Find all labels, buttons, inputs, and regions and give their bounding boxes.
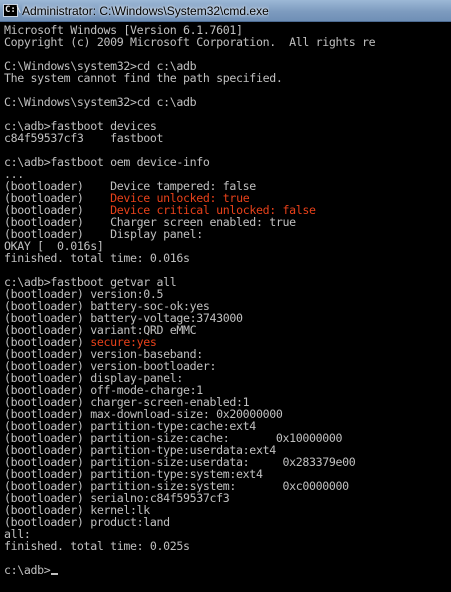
- console-line: (bootloader) partition-size:system: 0xc0…: [4, 479, 451, 493]
- console-line: c:\adb>: [4, 563, 451, 577]
- console-line-text: Copyright (c) 2009 Microsoft Corporation…: [4, 35, 376, 49]
- console-line: finished. total time: 0.025s: [4, 539, 451, 553]
- console-line: (bootloader) partition-size:userdata: 0x…: [4, 455, 451, 469]
- console-line: (bootloader) Charger screen enabled: tru…: [4, 215, 451, 229]
- console-line-text: c:\adb>: [4, 563, 51, 577]
- console-line: (bootloader) version-bootloader:: [4, 359, 451, 373]
- console-line: The system cannot find the path specifie…: [4, 71, 451, 85]
- console-line: (bootloader) charger-screen-enabled:1: [4, 395, 451, 409]
- console-line: (bootloader) off-mode-charge:1: [4, 383, 451, 397]
- title-bar[interactable]: C:\ Administrator: C:\Windows\System32\c…: [0, 0, 451, 22]
- console-line: (bootloader) version-baseband:: [4, 347, 451, 361]
- console-line: (bootloader) partition-size:cache: 0x100…: [4, 431, 451, 445]
- text-cursor: [51, 573, 59, 575]
- console-line: (bootloader) partition-type:cache:ext4: [4, 419, 451, 433]
- console-line: (bootloader) Device tampered: false: [4, 179, 451, 193]
- console-line: c:\adb>fastboot devices: [4, 119, 451, 133]
- console-line: (bootloader) display-panel:: [4, 371, 451, 385]
- console-line: (bootloader) serialno:c84f59537cf3: [4, 491, 451, 505]
- console-output[interactable]: Microsoft Windows [Version 6.1.7601] Copy…: [0, 22, 451, 592]
- console-line: (bootloader) Device unlocked: true: [4, 191, 451, 205]
- cmd-window: C:\ Administrator: C:\Windows\System32\c…: [0, 0, 451, 592]
- console-line: (bootloader) version:0.5: [4, 287, 451, 301]
- console-line: (bootloader) max-download-size: 0x200000…: [4, 407, 451, 421]
- console-line-text: C:\Windows\system32>cd c:\adb: [4, 95, 197, 109]
- console-line-text: The system cannot find the path specifie…: [4, 71, 283, 85]
- window-title: Administrator: C:\Windows\System32\cmd.e…: [22, 3, 269, 18]
- cmd-prompt-icon[interactable]: C:\: [3, 4, 22, 17]
- console-line: (bootloader) partition-type:system:ext4: [4, 467, 451, 481]
- console-line-text: c:\adb>fastboot oem device-info: [4, 155, 210, 169]
- console-line-text: finished. total time: 0.025s: [4, 539, 190, 553]
- console-line: finished. total time: 0.016s: [4, 251, 451, 265]
- console-line: (bootloader) secure:yes: [4, 335, 451, 349]
- console-line: (bootloader) battery-soc-ok:yes: [4, 299, 451, 313]
- console-line: c:\adb>fastboot oem device-info: [4, 155, 451, 169]
- console-line: (bootloader) battery-voltage:3743000: [4, 311, 451, 325]
- console-line: (bootloader) Device critical unlocked: f…: [4, 203, 451, 217]
- console-line: c:\adb>fastboot getvar all: [4, 275, 451, 289]
- console-line: Microsoft Windows [Version 6.1.7601]: [4, 23, 451, 37]
- console-line: (bootloader) product:land: [4, 515, 451, 529]
- console-line: c84f59537cf3 fastboot: [4, 131, 451, 145]
- console-line: C:\Windows\system32>cd c:\adb: [4, 59, 451, 73]
- console-line-text: finished. total time: 0.016s: [4, 251, 190, 265]
- console-line: Copyright (c) 2009 Microsoft Corporation…: [4, 35, 451, 49]
- console-line-text: c84f59537cf3 fastboot: [4, 131, 164, 145]
- console-line: OKAY [ 0.016s]: [4, 239, 451, 253]
- console-line: C:\Windows\system32>cd c:\adb: [4, 95, 451, 109]
- cmd-prompt-icon-glyph: C:\: [5, 5, 22, 15]
- console-line: (bootloader) partition-type:userdata:ext…: [4, 443, 451, 457]
